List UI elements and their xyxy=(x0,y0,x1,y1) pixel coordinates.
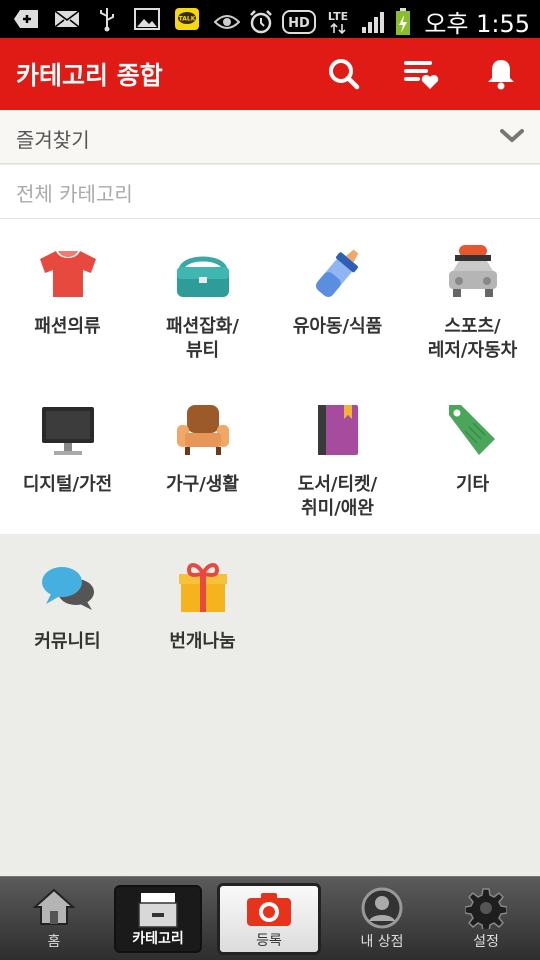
nav-my-store[interactable]: 내 상점 xyxy=(328,877,436,960)
usb-icon xyxy=(94,6,120,32)
favorites-row[interactable]: 즐겨찾기 xyxy=(0,110,540,164)
category-sports-leisure-auto[interactable]: 스포츠/레저/자동차 xyxy=(405,241,540,363)
category-fashion-clothing[interactable]: 패션의류 xyxy=(0,241,135,339)
baby-bottle-icon xyxy=(315,249,358,297)
category-kids-food[interactable]: 유아동/식품 xyxy=(270,241,405,339)
image-icon xyxy=(134,6,160,32)
bell-icon xyxy=(488,60,514,90)
category-label: 패션의류 xyxy=(34,316,101,337)
nav-settings[interactable]: 설정 xyxy=(432,877,540,960)
kakaotalk-label: TALK xyxy=(179,16,196,23)
nav-label: 내 상점 xyxy=(360,934,404,950)
status-bar: TALK HD LTE 오후 1:55 xyxy=(0,0,540,38)
nav-category[interactable]: 카테고리 xyxy=(114,885,202,953)
category-digital-appliance[interactable]: 디지털/가전 xyxy=(0,399,135,497)
search-icon xyxy=(329,59,360,90)
camera-icon xyxy=(247,893,291,926)
nav-label: 홈 xyxy=(47,934,61,950)
bag-icon xyxy=(176,256,229,297)
search-button[interactable] xyxy=(322,52,366,96)
gift-icon xyxy=(178,563,227,612)
category-label-line2: 뷰티 xyxy=(185,340,220,361)
category-label: 커뮤니티 xyxy=(34,631,101,652)
alarm-icon xyxy=(248,9,274,35)
page-title: 카테고리 종합 xyxy=(16,61,163,90)
nav-home[interactable]: 홈 xyxy=(0,877,108,960)
home-icon xyxy=(32,888,76,925)
lte-icon: LTE xyxy=(324,9,352,35)
category-community[interactable]: 커뮤니티 xyxy=(0,556,135,654)
category-label: 가구/생활 xyxy=(166,474,239,495)
profile-icon xyxy=(361,887,403,929)
category-label: 도서/티켓/ xyxy=(297,474,378,495)
nav-label: 카테고리 xyxy=(132,931,184,947)
hd-icon: HD xyxy=(282,9,317,35)
mail-icon xyxy=(54,6,80,32)
tag-icon xyxy=(448,405,495,455)
eye-icon xyxy=(214,9,241,35)
category-furniture-living[interactable]: 가구/생활 xyxy=(135,399,270,497)
tshirt-icon xyxy=(39,251,96,297)
category-label: 번개나눔 xyxy=(169,631,236,652)
category-label: 디지털/가전 xyxy=(22,474,113,495)
nav-register[interactable]: 등록 xyxy=(217,883,321,955)
notification-button[interactable] xyxy=(479,52,523,96)
all-categories-row: 전체 카테고리 xyxy=(0,165,540,219)
clock: 오후 1:55 xyxy=(424,10,530,38)
chevron-down-icon xyxy=(500,129,524,142)
all-categories-label: 전체 카테고리 xyxy=(16,182,133,206)
favorites-label: 즐겨찾기 xyxy=(16,128,90,152)
nav-label: 등록 xyxy=(256,933,282,949)
bottom-nav: 홈 카테고리 등록 내 상점 설정 xyxy=(0,876,540,960)
category-lightning-share[interactable]: 번개나눔 xyxy=(135,556,270,654)
category-label: 스포츠/ xyxy=(444,316,501,337)
settings-gear-icon xyxy=(465,888,507,929)
battery-icon xyxy=(394,7,412,35)
category-label: 기타 xyxy=(455,474,490,495)
category-label-line2: 레저/자동차 xyxy=(427,340,518,361)
category-label: 패션잡화/ xyxy=(166,316,239,337)
book-icon xyxy=(317,405,358,455)
app-header: 카테고리 종합 xyxy=(0,38,540,110)
signal-icon xyxy=(360,9,386,35)
wishlist-icon xyxy=(404,61,439,89)
add-icon xyxy=(14,6,40,32)
category-etc[interactable]: 기타 xyxy=(405,399,540,497)
monitor-icon xyxy=(41,407,94,455)
hd-label: HD xyxy=(288,16,310,31)
category-fashion-accessories[interactable]: 패션잡화/뷰티 xyxy=(135,241,270,363)
category-books-tickets-hobby[interactable]: 도서/티켓/취미/애완 xyxy=(270,399,405,521)
category-label: 유아동/식품 xyxy=(292,316,383,337)
nav-label: 설정 xyxy=(473,934,499,950)
wishlist-button[interactable] xyxy=(400,52,444,96)
category-label-line2: 취미/애완 xyxy=(301,498,374,519)
lte-label: LTE xyxy=(328,10,348,23)
chat-bubbles-icon xyxy=(41,567,94,610)
kakaotalk-icon: TALK xyxy=(174,6,200,32)
car-icon xyxy=(448,245,497,297)
armchair-icon xyxy=(176,405,229,455)
drawer-icon xyxy=(138,893,178,928)
